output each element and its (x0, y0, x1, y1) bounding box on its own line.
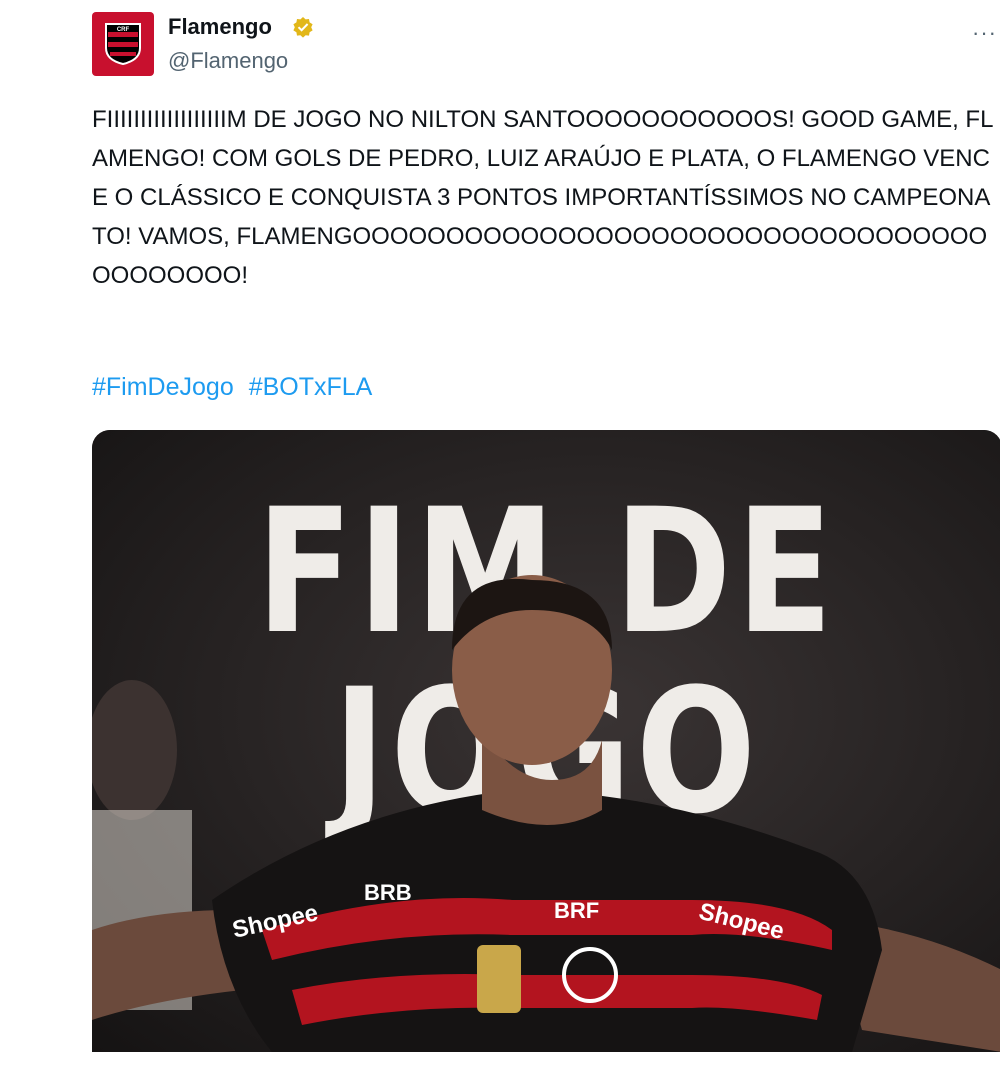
brand-right: BRF (554, 898, 600, 923)
more-options-icon[interactable]: ··· (972, 20, 997, 46)
account-name[interactable]: Flamengo (168, 14, 272, 40)
hashtags: #FimDeJogo #BOTxFLA (92, 373, 380, 402)
player-figure (92, 575, 1000, 1052)
flamengo-crest-icon: CRF (105, 23, 141, 66)
tweet-text: FIIIIIIIIIIIIIIIIIIM DE JOGO NO NILTON S… (92, 106, 994, 289)
hashtag-link[interactable]: #BOTxFLA (249, 373, 373, 401)
brand-left: BRB (364, 880, 412, 905)
verified-badge-icon (293, 17, 313, 38)
svg-text:CRF: CRF (117, 27, 130, 33)
hashtag-link[interactable]: #FimDeJogo (92, 373, 234, 401)
tweet-media-image[interactable]: FIM DE JOGO Shopee BRB BRF Shopee (92, 430, 1000, 1052)
avatar[interactable]: CRF (92, 12, 154, 76)
account-handle[interactable]: @Flamengo (168, 48, 288, 74)
